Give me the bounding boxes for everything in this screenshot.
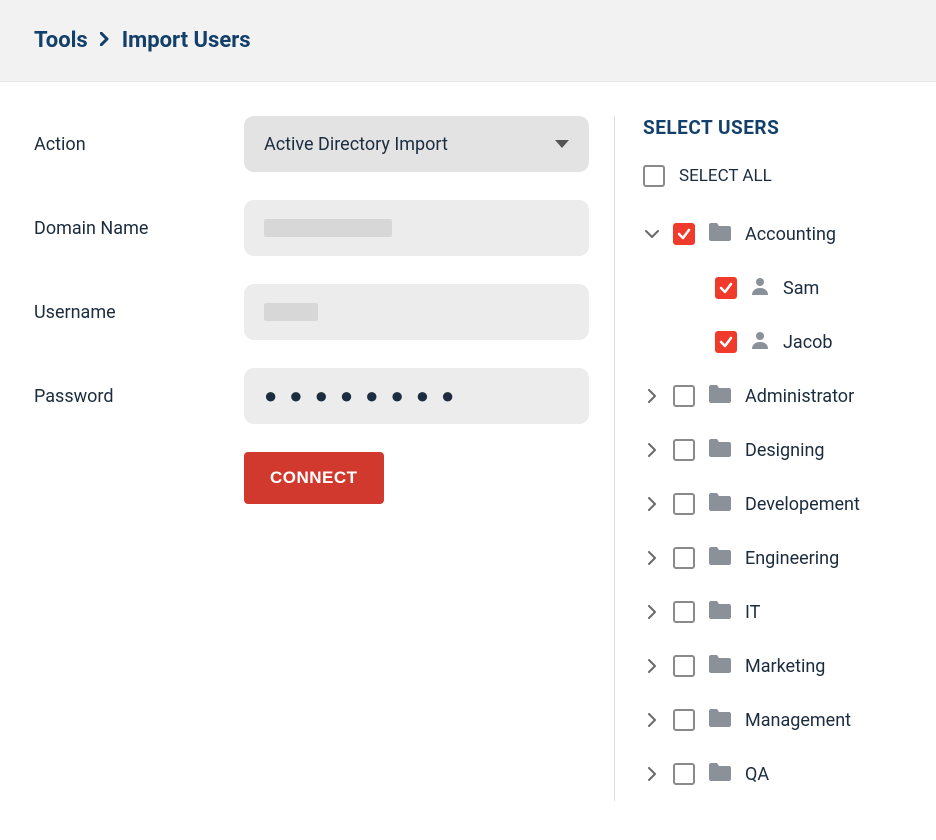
user-tree: Accounting Sam Jacob Administrator Designing… bbox=[643, 207, 902, 801]
tree-group-label[interactable]: Accounting bbox=[745, 224, 836, 245]
chevron-right-icon[interactable] bbox=[643, 605, 661, 619]
tree-user-label[interactable]: Sam bbox=[783, 278, 819, 299]
tree-group-label[interactable]: Marketing bbox=[745, 656, 825, 677]
tree-group-row: Administrator bbox=[643, 369, 902, 423]
chevron-right-icon[interactable] bbox=[643, 497, 661, 511]
tree-group-row: Developement bbox=[643, 477, 902, 531]
checkbox[interactable] bbox=[715, 277, 737, 299]
tree-group-row: Accounting bbox=[643, 207, 902, 261]
tree-group: IT bbox=[643, 585, 902, 639]
tree-group-row: Engineering bbox=[643, 531, 902, 585]
tree-group-label[interactable]: Administrator bbox=[745, 386, 854, 407]
tree-group-label[interactable]: Developement bbox=[745, 494, 860, 515]
tree-group-label[interactable]: Designing bbox=[745, 440, 825, 461]
tree-group: Developement bbox=[643, 477, 902, 531]
page-header: Tools Import Users bbox=[0, 0, 936, 82]
tree-group: Management bbox=[643, 693, 902, 747]
checkbox[interactable] bbox=[673, 601, 695, 623]
chevron-right-icon[interactable] bbox=[643, 443, 661, 457]
folder-icon bbox=[707, 491, 733, 517]
checkbox[interactable] bbox=[673, 439, 695, 461]
folder-icon bbox=[707, 599, 733, 625]
select-all-row: SELECT ALL bbox=[643, 165, 902, 187]
password-row: Password ●●●●●●●● bbox=[34, 368, 594, 424]
tree-group-label[interactable]: Management bbox=[745, 710, 851, 731]
redacted-value bbox=[264, 219, 392, 237]
person-icon bbox=[749, 329, 771, 355]
tree-group-row: IT bbox=[643, 585, 902, 639]
select-all-label: SELECT ALL bbox=[679, 166, 772, 186]
form-panel: Action Active Directory Import Domain Na… bbox=[34, 116, 614, 801]
password-label: Password bbox=[34, 386, 244, 407]
folder-icon bbox=[707, 221, 733, 247]
tree-group: Engineering bbox=[643, 531, 902, 585]
chevron-down-icon[interactable] bbox=[643, 227, 661, 241]
breadcrumb-current: Import Users bbox=[122, 28, 251, 53]
dropdown-caret-icon bbox=[555, 140, 569, 148]
domain-input[interactable] bbox=[244, 200, 589, 256]
checkbox[interactable] bbox=[715, 331, 737, 353]
main-content: Action Active Directory Import Domain Na… bbox=[0, 82, 936, 801]
checkbox[interactable] bbox=[673, 493, 695, 515]
folder-icon bbox=[707, 761, 733, 787]
domain-row: Domain Name bbox=[34, 200, 594, 256]
tree-group: Administrator bbox=[643, 369, 902, 423]
tree-group-row: Marketing bbox=[643, 639, 902, 693]
checkbox[interactable] bbox=[673, 385, 695, 407]
users-panel: SELECT USERS SELECT ALL Accounting Sam Jac… bbox=[614, 116, 902, 801]
checkbox[interactable] bbox=[673, 655, 695, 677]
username-row: Username bbox=[34, 284, 594, 340]
checkbox[interactable] bbox=[673, 763, 695, 785]
tree-children: Sam Jacob bbox=[643, 261, 902, 369]
button-row: CONNECT bbox=[34, 452, 594, 504]
tree-group-label[interactable]: Engineering bbox=[745, 548, 839, 569]
chevron-right-icon[interactable] bbox=[643, 551, 661, 565]
breadcrumb-parent[interactable]: Tools bbox=[34, 28, 88, 53]
tree-user-row: Sam bbox=[715, 261, 902, 315]
tree-group-row: Designing bbox=[643, 423, 902, 477]
tree-group-label[interactable]: QA bbox=[745, 764, 769, 785]
action-row: Action Active Directory Import bbox=[34, 116, 594, 172]
breadcrumb: Tools Import Users bbox=[34, 28, 902, 53]
tree-group: Marketing bbox=[643, 639, 902, 693]
users-panel-title: SELECT USERS bbox=[643, 116, 902, 139]
chevron-right-icon[interactable] bbox=[643, 713, 661, 727]
checkbox[interactable] bbox=[673, 709, 695, 731]
action-select-value: Active Directory Import bbox=[264, 134, 448, 155]
chevron-right-icon[interactable] bbox=[643, 767, 661, 781]
tree-group: QA bbox=[643, 747, 902, 801]
tree-group-row: QA bbox=[643, 747, 902, 801]
folder-icon bbox=[707, 545, 733, 571]
folder-icon bbox=[707, 437, 733, 463]
redacted-value bbox=[264, 303, 318, 321]
tree-user-label[interactable]: Jacob bbox=[783, 332, 833, 353]
username-label: Username bbox=[34, 302, 244, 323]
folder-icon bbox=[707, 707, 733, 733]
checkbox[interactable] bbox=[673, 223, 695, 245]
domain-label: Domain Name bbox=[34, 218, 244, 239]
tree-group: Designing bbox=[643, 423, 902, 477]
password-mask: ●●●●●●●● bbox=[264, 383, 466, 409]
folder-icon bbox=[707, 653, 733, 679]
tree-group-row: Management bbox=[643, 693, 902, 747]
connect-button[interactable]: CONNECT bbox=[244, 452, 384, 504]
folder-icon bbox=[707, 383, 733, 409]
checkbox[interactable] bbox=[673, 547, 695, 569]
username-input[interactable] bbox=[244, 284, 589, 340]
person-icon bbox=[749, 275, 771, 301]
tree-group: Accounting Sam Jacob bbox=[643, 207, 902, 369]
password-input[interactable]: ●●●●●●●● bbox=[244, 368, 589, 424]
chevron-right-icon[interactable] bbox=[643, 659, 661, 673]
select-all-checkbox[interactable] bbox=[643, 165, 665, 187]
chevron-right-icon[interactable] bbox=[643, 389, 661, 403]
action-label: Action bbox=[34, 134, 244, 155]
action-select[interactable]: Active Directory Import bbox=[244, 116, 589, 172]
tree-group-label[interactable]: IT bbox=[745, 602, 760, 623]
tree-user-row: Jacob bbox=[715, 315, 902, 369]
chevron-right-icon bbox=[100, 31, 110, 50]
